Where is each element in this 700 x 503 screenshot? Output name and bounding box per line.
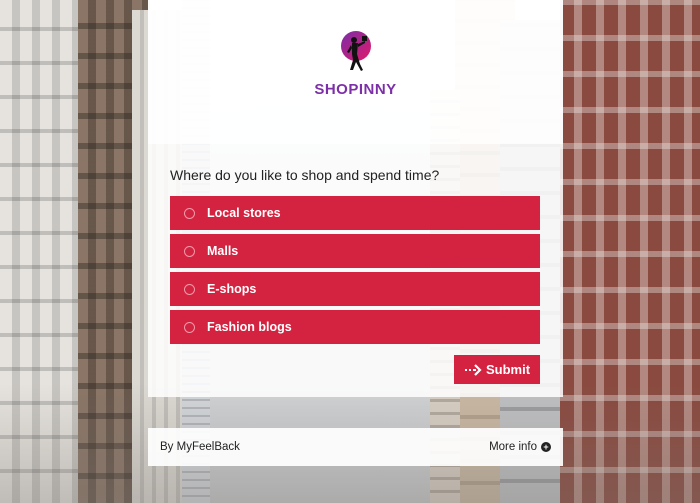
more-info-label: More info bbox=[489, 441, 537, 453]
option-label: E-shops bbox=[207, 282, 257, 296]
more-info-link[interactable]: More info + bbox=[489, 441, 551, 453]
option-e-shops[interactable]: E-shops bbox=[170, 272, 540, 306]
radio-icon[interactable] bbox=[184, 321, 195, 333]
logo: SHOPINNY bbox=[148, 30, 563, 98]
radio-icon[interactable] bbox=[184, 207, 195, 219]
survey-card: Where do you like to shop and spend time… bbox=[148, 144, 563, 397]
radio-icon[interactable] bbox=[184, 283, 195, 295]
option-malls[interactable]: Malls bbox=[170, 234, 540, 268]
dashed-arrow-right-icon bbox=[464, 363, 482, 376]
option-fashion-blogs[interactable]: Fashion blogs bbox=[170, 310, 540, 344]
question-text: Where do you like to shop and spend time… bbox=[170, 167, 440, 183]
submit-label: Submit bbox=[485, 362, 531, 377]
answer-options: Local stores Malls E-shops Fashion blogs bbox=[170, 196, 540, 348]
option-local-stores[interactable]: Local stores bbox=[170, 196, 540, 230]
header: SHOPINNY bbox=[148, 0, 563, 144]
option-label: Fashion blogs bbox=[207, 320, 292, 334]
brand-name: SHOPINNY bbox=[314, 81, 397, 98]
plus-circle-icon: + bbox=[541, 442, 551, 452]
option-label: Malls bbox=[207, 244, 239, 258]
footer: By MyFeelBack More info + bbox=[148, 428, 563, 466]
shopper-silhouette-icon bbox=[340, 30, 372, 75]
submit-button[interactable]: Submit bbox=[454, 355, 540, 384]
credit-text: By MyFeelBack bbox=[160, 441, 240, 453]
option-label: Local stores bbox=[207, 206, 281, 220]
radio-icon[interactable] bbox=[184, 245, 195, 257]
